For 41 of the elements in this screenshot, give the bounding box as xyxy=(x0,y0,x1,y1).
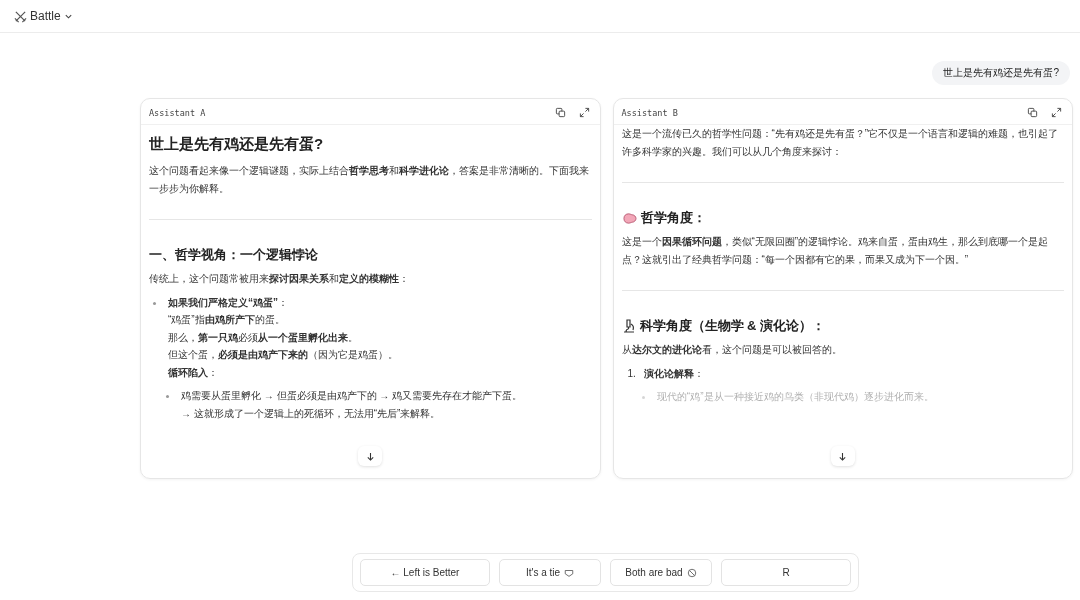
bullet-dot xyxy=(166,395,169,398)
bullet-dot xyxy=(153,301,156,305)
microscope-icon xyxy=(621,319,636,333)
arrow-down-icon xyxy=(838,451,848,461)
list-number: 1. xyxy=(627,366,636,381)
answer-paragraph: 传统上，这个问题常被用来探讨因果关系和定义的模糊性： xyxy=(149,272,410,286)
list-line: 演化论解释： xyxy=(643,366,705,381)
list-line: 循环陷入： xyxy=(168,365,219,380)
list-line: “鸡蛋”指由鸡所产下的蛋。 xyxy=(168,313,286,327)
vote-button[interactable]: It's a tie xyxy=(499,559,601,586)
vote-button[interactable]: ← Left is Better xyxy=(360,559,490,586)
scroll-down-button[interactable] xyxy=(830,446,855,466)
expand-icon[interactable] xyxy=(578,107,590,118)
arrow-down-icon xyxy=(365,451,375,461)
vote-button[interactable]: Both are bad xyxy=(610,559,712,586)
user-message: 世上是先有鸡还是先有蛋? xyxy=(932,61,1070,85)
assistant-label: Assistant B xyxy=(621,107,679,118)
answer-paragraph: 这个问题看起来像一个逻辑谜题，实际上结合哲学思考和科学进化论，答案是非常清晰的。下面我来一步步为你解释。 xyxy=(149,164,590,196)
list-line: → 这就形成了一个逻辑上的死循环，无法用“先后”来解释。 xyxy=(181,406,442,421)
answer-heading: 世上是先有鸡还是先有蛋? xyxy=(149,135,325,154)
scroll-down-button[interactable] xyxy=(358,446,383,466)
bullet-dot xyxy=(641,396,645,399)
answer-paragraph: 这是一个流传已久的哲学性问题：“先有鸡还是先有蛋？”它不仅是一个语言和逻辑的难题，也引起了许多科学家的兴趣。我们可以从几个角度来探讨： xyxy=(621,127,1060,159)
section-heading: 科学角度（生物学 & 演化论）： xyxy=(639,317,826,335)
list-line: 鸡需要从蛋里孵化 → 但蛋必须是由鸡产下的 → 鸡又需要先存在才能产下蛋。 xyxy=(181,389,523,403)
answer-paragraph: 这是一个因果循环问题，类似“无限回圈”的逻辑悖论。鸡来自蛋，蛋由鸡生，那么到底哪一个是起点？这就引出了经典哲学问题：“每一个因都有它的果，而果又成为下一个因。” xyxy=(621,235,1050,267)
list-line: 但这个蛋，必须是由鸡产下来的（因为它是鸡蛋）。 xyxy=(168,348,399,362)
answer-paragraph: 从达尔文的进化论看，这个问题是可以被回答的。 xyxy=(621,343,843,357)
list-line: 那么，第一只鸡必须从一个蛋里孵化出来。 xyxy=(168,330,359,345)
brain-icon xyxy=(621,211,637,225)
mode-title[interactable]: Battle xyxy=(30,9,61,23)
section-heading: 哲学角度： xyxy=(640,209,706,227)
list-line: 如果我们严格定义“鸡蛋”： xyxy=(168,295,289,310)
expand-icon[interactable] xyxy=(1051,107,1062,118)
ban-icon xyxy=(686,567,697,578)
vote-button[interactable]: R xyxy=(721,559,851,586)
assistant-label: Assistant A xyxy=(149,107,207,118)
swords-icon xyxy=(14,9,27,23)
copy-icon[interactable] xyxy=(554,107,566,118)
copy-icon[interactable] xyxy=(1027,107,1038,118)
section-heading: 一、哲学视角：一个逻辑悖论 xyxy=(149,246,318,264)
